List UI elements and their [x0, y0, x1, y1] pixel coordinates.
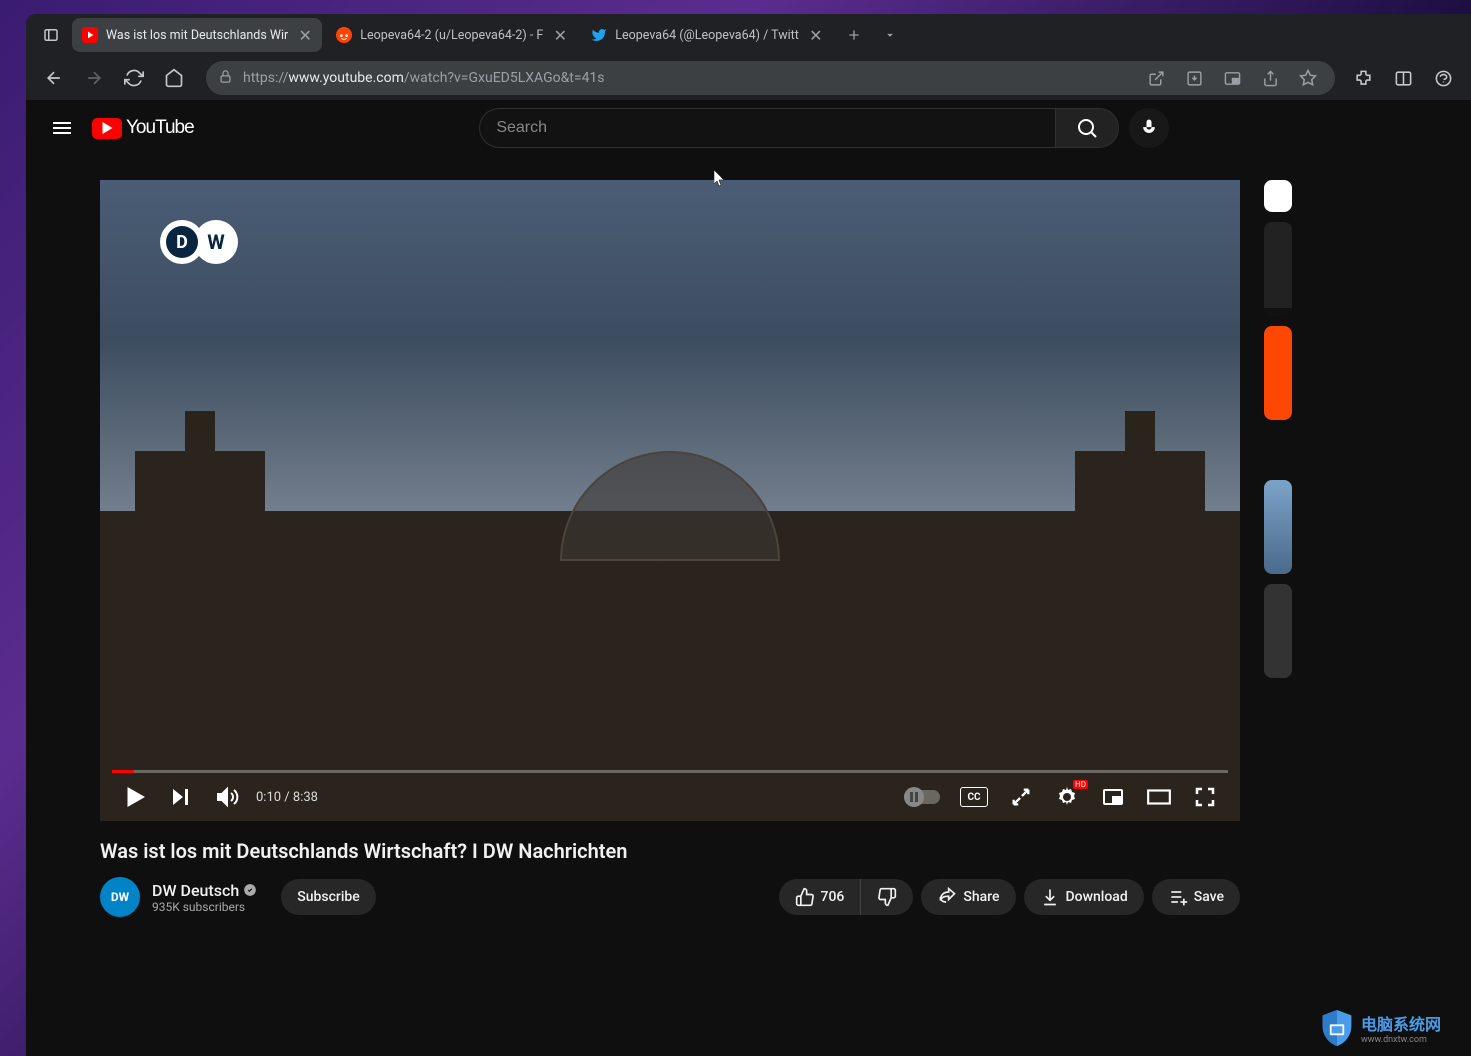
expand-button[interactable] — [998, 774, 1044, 820]
youtube-page: YouTube — [26, 100, 1471, 1056]
related-thumbnail[interactable] — [1264, 480, 1292, 574]
share-page-icon[interactable] — [1255, 63, 1285, 93]
tab-actions-button[interactable] — [34, 18, 68, 52]
download-button[interactable]: Download — [1024, 879, 1144, 915]
related-thumbnail[interactable] — [1264, 326, 1292, 420]
hd-badge: HD — [1073, 780, 1088, 789]
subscribe-button[interactable]: Subscribe — [281, 879, 376, 915]
video-frame-pediment — [520, 561, 820, 621]
related-thumbnail[interactable] — [1264, 584, 1292, 678]
new-tab-button[interactable] — [839, 20, 869, 50]
youtube-play-icon — [92, 118, 122, 139]
tab-youtube[interactable]: Was ist los mit Deutschlands Wir ✕ — [72, 18, 322, 52]
play-button[interactable] — [112, 774, 158, 820]
browser-toolbar: https://www.youtube.com/watch?v=GxuED5LX… — [26, 56, 1471, 100]
player-controls: 0:10 / 8:38 CC HD — [100, 773, 1240, 821]
share-button[interactable]: Share — [921, 879, 1015, 915]
search-container — [234, 108, 1415, 148]
volume-button[interactable] — [204, 774, 250, 820]
split-screen-button[interactable] — [1385, 60, 1421, 96]
tab-twitter[interactable]: Leopeva64 (@Leopeva64) / Twitt ✕ — [581, 18, 833, 52]
refresh-button[interactable] — [116, 60, 152, 96]
close-icon[interactable]: ✕ — [807, 26, 825, 44]
primary-column: D W 0:10 / 8:38 — [100, 180, 1240, 917]
back-button[interactable] — [36, 60, 72, 96]
lock-icon — [218, 69, 233, 88]
video-frame-tower — [1075, 451, 1205, 621]
twitter-icon — [591, 27, 607, 43]
copilot-button[interactable] — [1425, 60, 1461, 96]
shield-icon — [1319, 1008, 1355, 1048]
related-thumbnail[interactable] — [1264, 222, 1292, 316]
channel-avatar[interactable]: DW — [100, 877, 140, 917]
voice-search-button[interactable] — [1129, 108, 1169, 148]
verified-icon — [243, 883, 257, 897]
tab-title: Was ist los mit Deutschlands Wir — [106, 28, 288, 43]
video-frame-dome — [560, 451, 780, 561]
watermark-url: www.dnxtw.com — [1361, 1035, 1441, 1045]
guide-menu-button[interactable] — [42, 108, 82, 148]
filter-chip[interactable] — [1264, 180, 1292, 212]
content-area: D W 0:10 / 8:38 — [26, 156, 1471, 917]
install-icon[interactable] — [1179, 63, 1209, 93]
forward-button[interactable] — [76, 60, 112, 96]
youtube-header: YouTube — [26, 100, 1471, 156]
search-button[interactable] — [1055, 108, 1119, 148]
watermark-text: 电脑系统网 — [1361, 1011, 1441, 1035]
tab-title: Leopeva64 (@Leopeva64) / Twitt — [615, 28, 799, 43]
time-display: 0:10 / 8:38 — [256, 790, 318, 805]
pip-icon[interactable] — [1217, 63, 1247, 93]
url-text: https://www.youtube.com/watch?v=GxuED5LX… — [243, 70, 605, 86]
open-external-icon[interactable] — [1141, 63, 1171, 93]
tabs-menu-button[interactable] — [875, 20, 905, 50]
tab-title: Leopeva64-2 (u/Leopeva64-2) - F — [360, 28, 543, 43]
like-button[interactable]: 706 — [779, 879, 861, 915]
channel-info: DW Deutsch 935K subscribers — [152, 881, 257, 914]
extensions-button[interactable] — [1345, 60, 1381, 96]
youtube-logo-text: YouTube — [126, 117, 194, 139]
dislike-button[interactable] — [860, 879, 913, 915]
video-player[interactable]: D W 0:10 / 8:38 — [100, 180, 1240, 821]
save-button[interactable]: Save — [1152, 879, 1240, 915]
reddit-icon — [336, 27, 352, 43]
cursor-icon — [714, 170, 726, 188]
secondary-column — [1264, 180, 1292, 917]
like-dislike-group: 706 — [779, 879, 914, 915]
autoplay-toggle[interactable] — [904, 790, 940, 804]
close-icon[interactable]: ✕ — [296, 26, 314, 44]
video-frame-tower — [135, 451, 265, 621]
tab-strip: Was ist los mit Deutschlands Wir ✕ Leope… — [26, 14, 1471, 56]
search-input[interactable] — [479, 108, 1055, 148]
next-button[interactable] — [158, 774, 204, 820]
settings-button[interactable]: HD — [1044, 774, 1090, 820]
subscriber-count: 935K subscribers — [152, 900, 257, 914]
captions-button[interactable]: CC — [960, 787, 988, 807]
video-meta-row: DW DW Deutsch 935K subscribers Subscribe — [100, 877, 1240, 917]
home-button[interactable] — [156, 60, 192, 96]
youtube-icon — [82, 27, 98, 43]
browser-window: Was ist los mit Deutschlands Wir ✕ Leope… — [26, 14, 1471, 1056]
favorite-icon[interactable] — [1293, 63, 1323, 93]
close-icon[interactable]: ✕ — [551, 26, 569, 44]
dw-logo: D W — [160, 220, 240, 264]
tab-reddit[interactable]: Leopeva64-2 (u/Leopeva64-2) - F ✕ — [326, 18, 577, 52]
fullscreen-button[interactable] — [1182, 774, 1228, 820]
channel-name[interactable]: DW Deutsch — [152, 881, 257, 900]
theater-button[interactable] — [1136, 774, 1182, 820]
watermark: 电脑系统网 www.dnxtw.com — [1319, 1008, 1441, 1048]
video-title: Was ist los mit Deutschlands Wirtschaft?… — [100, 839, 1240, 863]
youtube-logo[interactable]: YouTube — [92, 117, 194, 139]
miniplayer-button[interactable] — [1090, 774, 1136, 820]
address-bar[interactable]: https://www.youtube.com/watch?v=GxuED5LX… — [206, 61, 1335, 95]
